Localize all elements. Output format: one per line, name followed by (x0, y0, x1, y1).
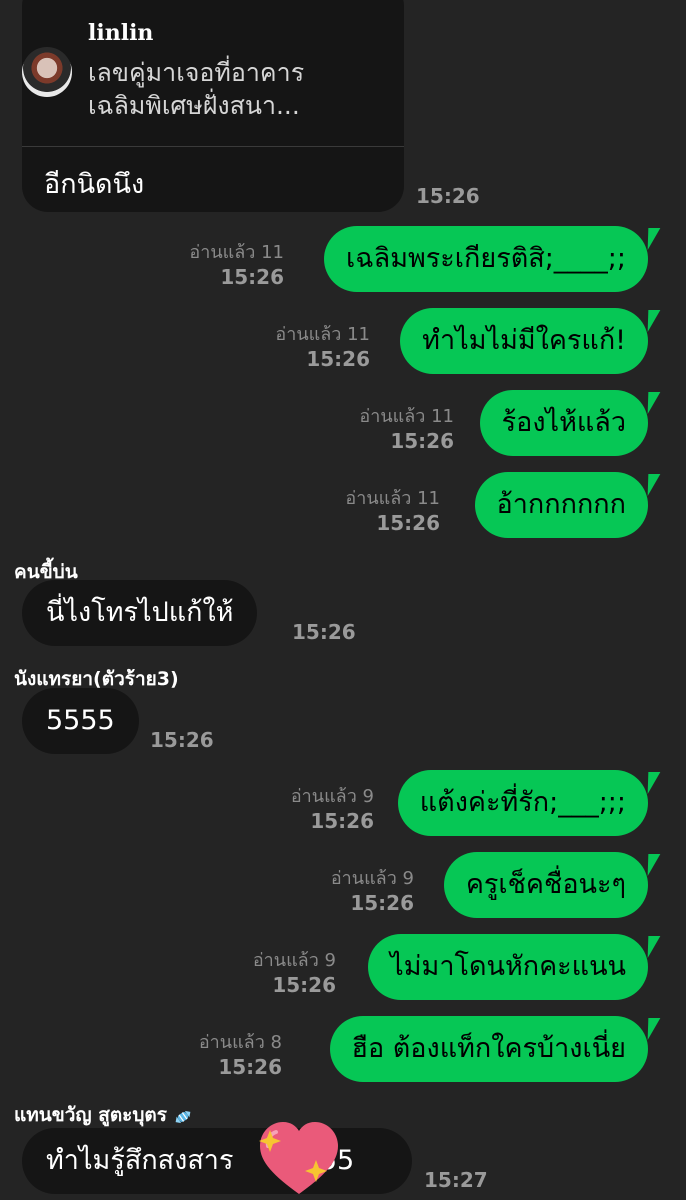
read-receipt: อ่านแล้ว 11 (189, 242, 284, 263)
incoming-message-bubble[interactable]: 5555 (22, 688, 139, 754)
read-receipt: อ่านแล้ว 9 (330, 868, 414, 889)
incoming-message-bubble[interactable]: นี่ไงโทรไปแก้ให้ (22, 580, 258, 646)
message-meta: อ่านแล้ว 9 15:26 (291, 785, 374, 833)
read-receipt: อ่านแล้ว 9 (290, 786, 374, 807)
message-time: 15:26 (220, 265, 284, 289)
read-receipt: อ่านแล้ว 11 (275, 324, 370, 345)
outgoing-message-bubble[interactable]: แต้งค่ะที่รัก;___;;; (397, 770, 648, 836)
read-receipt: อ่านแล้ว 8 (198, 1032, 282, 1053)
message-time: 15:26 (416, 184, 480, 208)
message-time: 15:27 (424, 1168, 488, 1192)
message-meta: อ่านแล้ว 8 15:26 (199, 1031, 282, 1079)
quoted-sender-name: linlin (88, 20, 154, 46)
quoted-text-line1: เลขคู่มาเจอที่อาคาร (88, 58, 305, 87)
avatar[interactable] (22, 47, 72, 97)
heart-sparkle-sticker-icon (259, 1122, 338, 1194)
message-time: 15:26 (218, 1055, 282, 1079)
incoming-message-bubble[interactable]: ทำไมรู้สึกสงสาร5555 (22, 1128, 412, 1194)
message-meta: อ่านแล้ว 11 15:26 (189, 241, 284, 289)
message-meta: อ่านแล้ว 11 15:26 (345, 487, 440, 535)
message-time: 15:26 (272, 973, 336, 997)
candy-emoji-icon (175, 1110, 191, 1123)
message-time: 15:26 (376, 511, 440, 535)
message-time: 15:26 (306, 347, 370, 371)
message-text: ทำไมรู้สึกสงสาร (46, 1145, 234, 1176)
outgoing-message-bubble[interactable]: ครูเช็คชื่อนะๆ (443, 852, 648, 918)
outgoing-message-bubble[interactable]: ร้องไห้แล้ว (479, 390, 648, 456)
sender-name[interactable]: แทนขวัญ สูตะบุตร (14, 1104, 167, 1126)
message-time: 15:26 (350, 891, 414, 915)
message-meta: อ่านแล้ว 9 15:26 (253, 949, 336, 997)
read-receipt: อ่านแล้ว 9 (252, 950, 336, 971)
outgoing-message-bubble[interactable]: ฮือ ต้องแท็กใครบ้างเนี่ย (329, 1016, 648, 1082)
outgoing-message-bubble[interactable]: ไม่มาโดนหักคะแนน (368, 934, 648, 1000)
read-receipt: อ่านแล้ว 11 (345, 488, 440, 509)
message-time: 15:26 (310, 809, 374, 833)
outgoing-message-bubble[interactable]: อ้ากกกกกก (474, 472, 648, 538)
message-meta: อ่านแล้ว 9 15:26 (331, 867, 414, 915)
quoted-text[interactable]: เลขคู่มาเจอที่อาคาร เฉลิมพิเศษฝั่งสนา... (88, 56, 378, 122)
message-time: 15:26 (390, 429, 454, 453)
sender-row: แทนขวัญ สูตะบุตร (14, 1100, 194, 1130)
divider (22, 146, 404, 147)
message-meta: อ่านแล้ว 11 15:26 (275, 323, 370, 371)
outgoing-message-bubble[interactable]: ทำไมไม่มีใครแก้! (400, 308, 648, 374)
reply-text: อีกนิดนึง (44, 169, 145, 200)
outgoing-message-bubble[interactable]: เฉลิมพระเกียรติสิ;____;; (324, 226, 648, 292)
quoted-text-line2: เฉลิมพิเศษฝั่งสนา... (88, 91, 300, 120)
message-meta: อ่านแล้ว 11 15:26 (359, 405, 454, 453)
message-time: 15:26 (150, 728, 214, 752)
message-time: 15:26 (292, 620, 356, 644)
read-receipt: อ่านแล้ว 11 (359, 406, 454, 427)
